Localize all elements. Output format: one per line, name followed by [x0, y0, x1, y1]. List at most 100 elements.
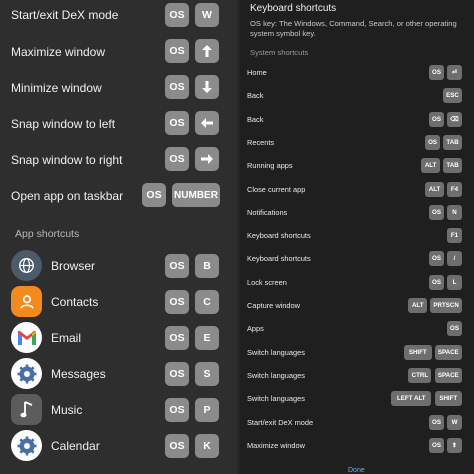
shortcut-label: Back [247, 91, 264, 101]
key-cap: OS [429, 111, 444, 127]
app-name: Messages [51, 367, 106, 381]
key-cap: TAB [443, 158, 462, 174]
shortcut-label: Minimize window [11, 81, 102, 95]
messages-icon [11, 358, 42, 389]
app-row-calendar: Calendar OS K [0, 429, 237, 462]
shortcut-label: Snap window to left [11, 117, 116, 131]
os-key: OS [165, 254, 189, 278]
app-name: Email [51, 331, 82, 345]
done-button[interactable]: Done [348, 467, 365, 474]
panel-title: Keyboard shortcuts [250, 3, 337, 14]
shortcut-label: Start/exit DeX mode [11, 8, 119, 22]
os-key: OS [165, 326, 189, 350]
shortcut-label: Open app on taskbar [11, 189, 124, 203]
key-cap: ALT [421, 158, 441, 174]
system-shortcut-row: Home ⏎ OS [240, 63, 474, 83]
system-shortcut-row: Capture window PRTSCN ALT [240, 296, 474, 316]
key-cap: OS [429, 251, 444, 267]
app-name: Calendar [51, 439, 100, 453]
system-shortcut-row: Back ESC [240, 86, 474, 106]
up-arrow-icon [202, 45, 212, 57]
key-cap: SHIFT [434, 391, 462, 407]
section-title-system-shortcuts: System shortcuts [250, 48, 309, 57]
system-shortcut-row: Apps OS [240, 319, 474, 339]
app-name: Browser [51, 259, 96, 273]
key-cap: SPACE [434, 344, 462, 360]
left-arrow-icon [201, 118, 213, 128]
app-row-contacts: Contacts OS C [0, 285, 237, 318]
app-row-email: Email OS E [0, 321, 237, 354]
key-cap: W [447, 414, 462, 430]
globe-icon [11, 250, 42, 281]
key-cap: / [447, 251, 462, 267]
shortcut-label: Recents [247, 137, 275, 147]
shortcut-label: Maximize window [11, 45, 106, 59]
shortcut-row-snap-right: Snap window to right OS [0, 145, 237, 175]
app-name: Contacts [51, 295, 99, 309]
key-cap: ALT [408, 298, 428, 313]
shortcut-row-maximize: Maximize window OS [0, 37, 237, 67]
shortcut-label: Home [247, 68, 267, 77]
key-cap: ⏎ [447, 65, 462, 80]
os-key: OS [142, 183, 166, 207]
shortcut-label: Lock screen [247, 277, 287, 287]
system-shortcut-row: Maximize window ⬆ OS [240, 436, 474, 456]
os-key: OS [165, 147, 189, 171]
down-arrow-key [195, 75, 219, 99]
letter-key: B [195, 254, 219, 278]
os-key: OS [165, 362, 189, 386]
shortcut-label: Start/exit DeX mode [247, 417, 314, 427]
system-shortcut-row: Lock screen L OS [240, 273, 474, 293]
letter-key: E [195, 326, 219, 350]
key-cap: L [447, 274, 462, 290]
os-key: OS [165, 3, 189, 27]
key-cap: SHIFT [404, 344, 432, 360]
key-cap: OS [429, 65, 444, 80]
key-cap: ALT [425, 181, 444, 197]
shortcut-label: Keyboard shortcuts [247, 231, 311, 241]
key-cap: F4 [447, 181, 462, 197]
person-icon [11, 286, 42, 317]
shortcut-label: Switch languages [247, 394, 305, 404]
system-shortcut-row: Running apps TAB ALT [240, 156, 474, 176]
app-row-browser: Browser OS B [0, 249, 237, 282]
system-shortcut-row: Back ⌫ OS [240, 110, 474, 130]
shortcut-label: Switch languages [247, 370, 305, 380]
number-key: NUMBER [172, 183, 220, 207]
calendar-gear-icon [11, 430, 42, 461]
left-panel: Start/exit DeX mode OS W Maximize window… [0, 0, 237, 474]
app-row-music: Music OS P [0, 393, 237, 426]
os-key: OS [165, 111, 189, 135]
system-shortcut-row: Switch languages SPACE CTRL [240, 366, 474, 386]
system-shortcut-row: Keyboard shortcuts F1 [240, 226, 474, 246]
os-key: OS [165, 39, 189, 63]
letter-key: K [195, 434, 219, 458]
gmail-icon [11, 322, 42, 353]
w-key: W [195, 3, 219, 27]
section-title-app-shortcuts: App shortcuts [15, 228, 80, 240]
right-arrow-icon [201, 154, 213, 164]
system-shortcut-row: Switch languages SPACE SHIFT [240, 343, 474, 363]
shortcut-row-snap-left: Snap window to left OS [0, 109, 237, 139]
shortcut-label: Notifications [247, 207, 288, 217]
shortcut-label: Back [247, 114, 264, 124]
shortcut-row-minimize: Minimize window OS [0, 73, 237, 103]
shortcut-label: Capture window [247, 301, 300, 310]
os-key: OS [165, 434, 189, 458]
right-panel-keyboard-shortcuts[interactable]: Keyboard shortcuts OS key: The Windows, … [240, 0, 474, 474]
key-cap: OS [429, 437, 444, 453]
letter-key: S [195, 362, 219, 386]
shortcut-label: Snap window to right [11, 153, 123, 167]
key-cap: N [447, 204, 462, 220]
left-arrow-key [195, 111, 219, 135]
letter-key: C [195, 290, 219, 314]
key-cap: F1 [447, 228, 462, 244]
down-arrow-icon [202, 81, 212, 93]
up-arrow-key [195, 39, 219, 63]
shortcut-label: Maximize window [247, 440, 305, 450]
key-cap: CTRL [408, 367, 432, 383]
key-cap: ⌫ [447, 111, 462, 127]
app-name: Music [51, 403, 83, 417]
system-shortcut-row: Recents TAB OS [240, 133, 474, 153]
key-cap: LEFT ALT [391, 391, 432, 407]
